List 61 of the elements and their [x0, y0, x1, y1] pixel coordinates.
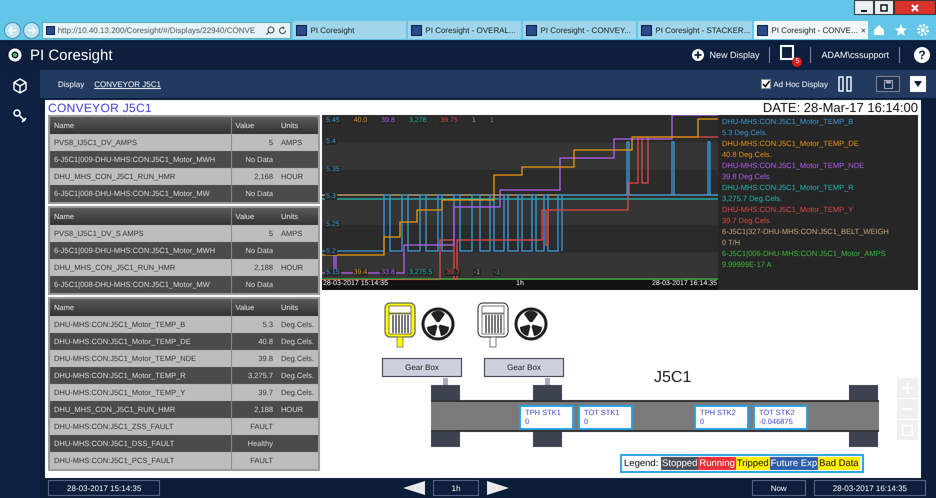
user-menu[interactable]: ADAM\cssupport [819, 48, 891, 62]
next-arrow-icon[interactable] [487, 481, 510, 495]
legend-label: Legend: [624, 458, 660, 469]
display-date: DATE: 28-Mar-17 16:14:00 [762, 100, 918, 115]
roller [533, 432, 562, 447]
close-icon[interactable] [860, 26, 866, 34]
time-span-button[interactable]: 1h [432, 480, 480, 496]
new-display-button[interactable]: New Display [690, 47, 762, 63]
logo-icon [8, 48, 22, 62]
fan-icon [421, 307, 455, 341]
refresh-icon[interactable] [278, 26, 288, 34]
now-button[interactable]: Now [752, 480, 806, 496]
plus-icon [692, 49, 704, 61]
roller [849, 385, 878, 400]
conveyor-label: J5C1 [654, 369, 692, 387]
coupling-shaft [443, 378, 448, 385]
save-icon [884, 80, 892, 88]
columns-icon[interactable] [838, 76, 852, 92]
browser-tab[interactable]: PI Coresight [293, 21, 406, 39]
browser-tab[interactable]: PI Coresight - OVERAL... [408, 21, 522, 39]
previous-arrow-icon[interactable] [402, 481, 425, 495]
display-label: Display [58, 80, 84, 88]
gear-box: Gear Box [382, 358, 462, 377]
coupling-shaft [545, 378, 550, 385]
legend-item: Future Exp [770, 457, 818, 470]
star-icon[interactable] [894, 23, 908, 37]
save-button[interactable] [876, 76, 900, 92]
fan-icon [514, 307, 548, 341]
search-icon[interactable] [266, 26, 276, 34]
display-link[interactable]: CONVEYOR J5C1 [94, 80, 161, 88]
roller [431, 385, 460, 400]
help-button[interactable]: ? [914, 47, 930, 63]
address-bar[interactable]: http://10.40.13.200/Coresight/#/Displays/22940/CONVE [42, 22, 292, 38]
display-title: CONVEYOR J5C1 [48, 101, 152, 115]
forward-button[interactable] [22, 22, 40, 38]
app-title: PI Coresight [30, 46, 113, 64]
maximize-icon[interactable] [880, 4, 888, 12]
caret-icon [914, 81, 922, 87]
browser-tab[interactable]: PI Coresight - STACKER... [638, 21, 752, 39]
legend-item: Tripped [736, 457, 770, 470]
roller [533, 385, 562, 400]
page-icon [46, 26, 55, 34]
browser-tab[interactable]: PI Coresight - CONVE... [754, 21, 868, 39]
ad-hoc-checkbox[interactable] [761, 79, 772, 89]
legend-item: Bad Data [818, 457, 860, 470]
end-time-button[interactable]: 28-03-2017 16:14:35 [814, 480, 926, 496]
browser-tab[interactable]: PI Coresight - CONVEY... [523, 21, 636, 39]
forward-arrow-icon [26, 26, 36, 34]
roller [849, 432, 878, 447]
legend-item: Running [698, 457, 736, 470]
monitor-icon [778, 44, 796, 62]
gear-box: Gear Box [484, 358, 564, 377]
ad-hoc-label: Ad Hoc Display [773, 80, 828, 88]
address-text: http://10.40.13.200/Coresight/#/Displays/22940/CONVE [58, 26, 256, 34]
start-time-button[interactable]: 28-03-2017 15:14:35 [48, 480, 160, 496]
roller [431, 432, 460, 447]
back-arrow-icon [8, 26, 17, 34]
legend-item: Stopped [660, 457, 698, 470]
back-button[interactable] [4, 22, 21, 38]
dropdown-button[interactable] [910, 76, 926, 92]
cube-icon[interactable] [12, 78, 28, 94]
